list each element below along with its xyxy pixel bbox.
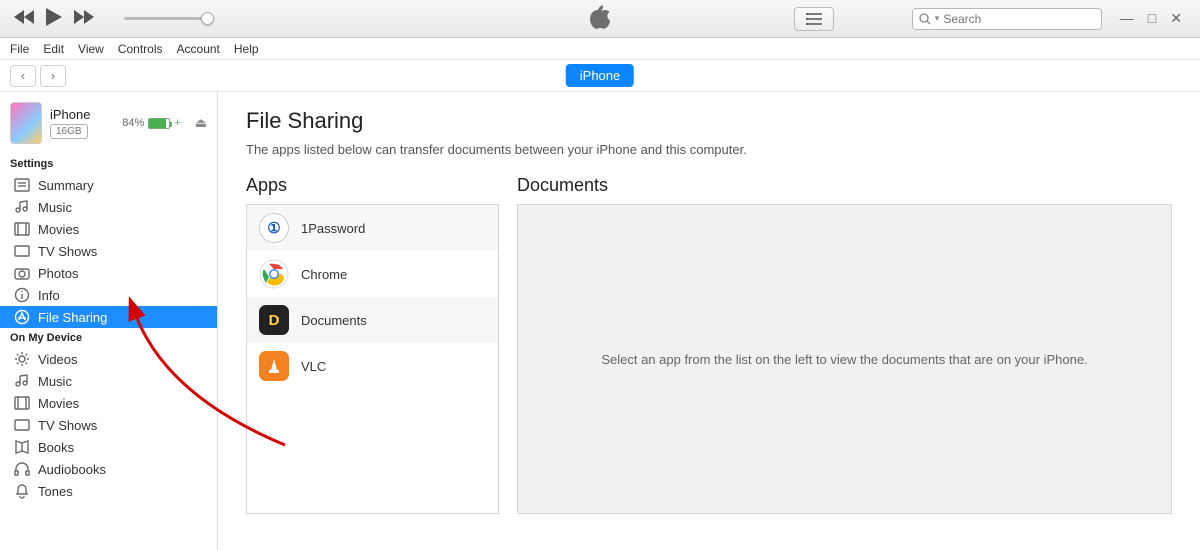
search-icon	[919, 13, 931, 25]
menu-view[interactable]: View	[78, 42, 104, 56]
page-title: File Sharing	[246, 108, 1172, 134]
apple-logo-icon	[590, 5, 610, 32]
sidebar-item-label: Summary	[38, 178, 94, 193]
device-tab[interactable]: iPhone	[566, 64, 634, 87]
film-icon	[14, 221, 30, 237]
app-row-1password[interactable]: ①1Password	[247, 205, 498, 251]
sidebar-item-file-sharing[interactable]: File Sharing	[0, 306, 217, 328]
content-pane: File Sharing The apps listed below can t…	[218, 92, 1200, 550]
menu-help[interactable]: Help	[234, 42, 259, 56]
appstore-icon	[14, 309, 30, 325]
app-name-label: Documents	[301, 313, 367, 328]
sidebar-item-label: Photos	[38, 266, 78, 281]
device-block[interactable]: iPhone 16GB 84% + ⏏	[0, 98, 217, 154]
maximize-button[interactable]: □	[1144, 8, 1160, 29]
sidebar-item-label: Audiobooks	[38, 462, 106, 477]
app-row-chrome[interactable]: Chrome	[247, 251, 498, 297]
sidebar-item-music[interactable]: Music	[0, 196, 217, 218]
sidebar-item-label: Info	[38, 288, 60, 303]
sidebar-item-photos[interactable]: Photos	[0, 262, 217, 284]
search-input[interactable]	[943, 12, 1094, 26]
playback-controls	[0, 8, 214, 29]
sidebar-item-books[interactable]: Books	[0, 436, 217, 458]
headphones-icon	[14, 461, 30, 477]
sidebar-item-info[interactable]: Info	[0, 284, 217, 306]
back-button[interactable]: ‹	[10, 65, 36, 87]
app-row-vlc[interactable]: VLC	[247, 343, 498, 389]
sidebar-item-tones[interactable]: Tones	[0, 480, 217, 502]
page-description: The apps listed below can transfer docum…	[246, 142, 1172, 157]
menu-account[interactable]: Account	[177, 42, 220, 56]
gear-icon	[14, 351, 30, 367]
search-chevron-icon: ▾	[935, 13, 940, 24]
tv-icon	[14, 243, 30, 259]
sidebar-item-label: TV Shows	[38, 244, 97, 259]
charging-icon: +	[174, 117, 180, 129]
app-row-documents[interactable]: DDocuments	[247, 297, 498, 343]
sidebar-item-summary[interactable]: Summary	[0, 174, 217, 196]
sidebar-item-label: Movies	[38, 396, 79, 411]
sidebar-item-label: TV Shows	[38, 418, 97, 433]
sidebar-item-label: Tones	[38, 484, 73, 499]
sidebar-item-tv-shows[interactable]: TV Shows	[0, 414, 217, 436]
device-thumbnail-icon	[10, 102, 42, 144]
sidebar-item-music[interactable]: Music	[0, 370, 217, 392]
app-name-label: 1Password	[301, 221, 365, 236]
documents-placeholder-text: Select an app from the list on the left …	[601, 352, 1087, 367]
sidebar-item-videos[interactable]: Videos	[0, 348, 217, 370]
music-icon	[14, 373, 30, 389]
nav-row: ‹ › iPhone	[0, 60, 1200, 92]
search-box[interactable]: ▾	[912, 8, 1102, 30]
list-icon	[14, 177, 30, 193]
eject-icon[interactable]: ⏏	[195, 115, 207, 131]
camera-icon	[14, 265, 30, 281]
minimize-button[interactable]: —	[1116, 8, 1138, 29]
sidebar-item-audiobooks[interactable]: Audiobooks	[0, 458, 217, 480]
sidebar-item-label: Music	[38, 374, 72, 389]
top-toolbar: ▾ — □ ✕	[0, 0, 1200, 38]
forward-button[interactable]: ›	[40, 65, 66, 87]
main-area: iPhone 16GB 84% + ⏏ Settings Summary Musi…	[0, 92, 1200, 550]
sidebar-section-settings: Settings	[0, 154, 217, 174]
device-name: iPhone	[50, 107, 114, 122]
menu-bar: File Edit View Controls Account Help	[0, 38, 1200, 60]
sidebar-item-label: Videos	[38, 352, 78, 367]
battery-icon	[148, 118, 170, 129]
documents-panel: Select an app from the list on the left …	[517, 204, 1172, 514]
menu-edit[interactable]: Edit	[43, 42, 64, 56]
menu-controls[interactable]: Controls	[118, 42, 163, 56]
next-track-button[interactable]	[74, 10, 94, 27]
battery-percent: 84%	[122, 117, 144, 129]
menu-file[interactable]: File	[10, 42, 29, 56]
sidebar: iPhone 16GB 84% + ⏏ Settings Summary Musi…	[0, 92, 218, 550]
app-name-label: Chrome	[301, 267, 347, 282]
bell-icon	[14, 483, 30, 499]
volume-slider[interactable]	[124, 17, 214, 20]
device-capacity-badge: 16GB	[50, 124, 88, 139]
tv-icon	[14, 417, 30, 433]
sidebar-item-label: File Sharing	[38, 310, 107, 325]
music-icon	[14, 199, 30, 215]
app-name-label: VLC	[301, 359, 326, 374]
sidebar-item-label: Music	[38, 200, 72, 215]
close-button[interactable]: ✕	[1166, 8, 1186, 29]
sidebar-item-tv-shows[interactable]: TV Shows	[0, 240, 217, 262]
window-controls: — □ ✕	[1116, 8, 1192, 29]
documents-column-header: Documents	[517, 175, 1172, 196]
apps-list: ①1Password Chrome DDocuments VLC	[246, 204, 499, 514]
list-view-button[interactable]	[794, 7, 834, 31]
sidebar-section-on-my-device: On My Device	[0, 328, 217, 348]
book-icon	[14, 439, 30, 455]
sidebar-item-movies[interactable]: Movies	[0, 392, 217, 414]
sidebar-item-movies[interactable]: Movies	[0, 218, 217, 240]
film-icon	[14, 395, 30, 411]
apps-column-header: Apps	[246, 175, 499, 196]
sidebar-item-label: Movies	[38, 222, 79, 237]
play-button[interactable]	[46, 8, 62, 29]
prev-track-button[interactable]	[14, 10, 34, 27]
sidebar-item-label: Books	[38, 440, 74, 455]
info-icon	[14, 287, 30, 303]
